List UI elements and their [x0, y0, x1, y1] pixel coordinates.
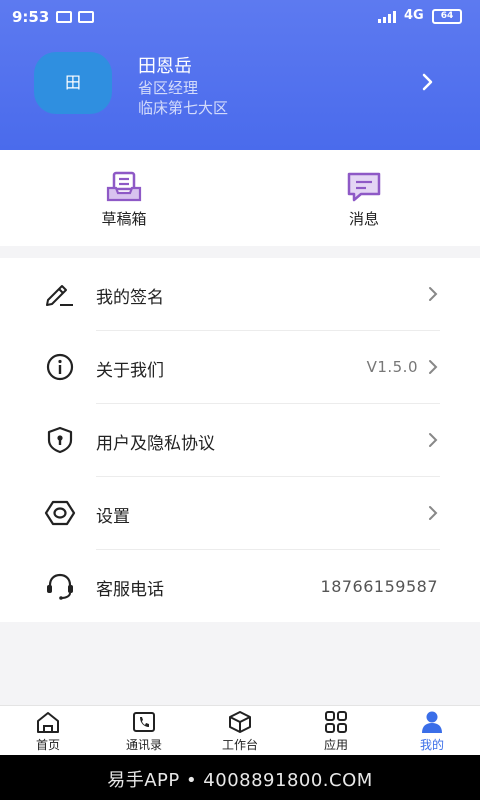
apps-icon	[325, 711, 347, 733]
watermark: 易手APP • 4008891800.COM	[107, 770, 373, 791]
info-icon	[46, 353, 74, 381]
tab-contacts[interactable]: 通讯录	[96, 710, 192, 753]
quick-actions: 草稿箱 消息	[0, 150, 480, 246]
user-region: 临床第七大区	[138, 99, 229, 117]
message-button[interactable]: 消息	[314, 170, 414, 229]
tab-workbench[interactable]: 工作台	[192, 710, 288, 753]
tab-home[interactable]: 首页	[0, 710, 96, 753]
headset-icon	[47, 573, 73, 600]
menu-item-customer-service[interactable]: 客服电话 18766159587	[0, 550, 480, 623]
profile-icon	[422, 711, 442, 733]
signature-icon	[46, 285, 73, 306]
menu-item-about[interactable]: 关于我们 V1.5.0	[0, 331, 480, 404]
tab-label: 通讯录	[125, 738, 162, 752]
menu-item-label: 用户及隐私协议	[96, 434, 215, 454]
menu-item-label: 关于我们	[96, 361, 164, 381]
tab-label: 应用	[323, 738, 348, 752]
service-phone-number[interactable]: 18766159587	[321, 577, 438, 596]
chevron-right-icon	[429, 360, 438, 374]
signal-icon	[378, 11, 396, 23]
menu-item-privacy[interactable]: 用户及隐私协议	[0, 404, 480, 477]
status-time: 9:53	[12, 8, 50, 26]
battery-icon: 64	[432, 9, 462, 24]
menu-item-signature[interactable]: 我的签名	[0, 258, 480, 331]
notification-icon	[56, 11, 72, 23]
draft-box-button[interactable]: 草稿箱	[74, 170, 174, 229]
draft-box-label: 草稿箱	[101, 210, 147, 228]
user-role: 省区经理	[138, 79, 199, 97]
chevron-right-icon	[429, 433, 438, 447]
message-label: 消息	[348, 210, 379, 228]
message-icon	[347, 172, 381, 202]
chevron-right-icon	[429, 506, 438, 520]
draft-box-icon	[106, 171, 142, 202]
tab-label: 我的	[419, 738, 444, 752]
shield-icon	[47, 426, 73, 454]
chevron-right-icon[interactable]	[422, 72, 434, 92]
menu-item-label: 我的签名	[96, 288, 164, 308]
profile-header: 9:53 4G 64 田 田恩岳 省区经理 临床第七大区	[0, 0, 480, 150]
menu-item-label: 客服电话	[96, 580, 164, 600]
tab-label: 工作台	[221, 738, 258, 752]
chevron-right-icon	[429, 287, 438, 301]
tab-label: 首页	[35, 738, 60, 752]
status-bar: 9:53 4G 64	[0, 0, 480, 34]
menu-item-label: 设置	[96, 507, 130, 527]
menu-item-settings[interactable]: 设置	[0, 477, 480, 550]
network-type: 4G	[404, 8, 424, 23]
settings-icon	[44, 500, 76, 526]
notification-icon	[78, 11, 94, 23]
avatar[interactable]: 田	[34, 52, 112, 114]
workbench-icon	[229, 711, 251, 733]
user-name: 田恩岳	[138, 56, 192, 77]
home-icon	[37, 712, 59, 733]
tab-mine[interactable]: 我的	[384, 710, 480, 753]
bottom-tab-bar: 首页 通讯录 工作台 应用 我的	[0, 705, 480, 755]
app-version: V1.5.0	[366, 358, 418, 376]
menu-list: 我的签名 关于我们 V1.5.0 用户及隐私协议 设置 客服电话 1876615…	[0, 258, 480, 622]
contacts-icon	[133, 712, 155, 732]
tab-apps[interactable]: 应用	[288, 710, 384, 753]
